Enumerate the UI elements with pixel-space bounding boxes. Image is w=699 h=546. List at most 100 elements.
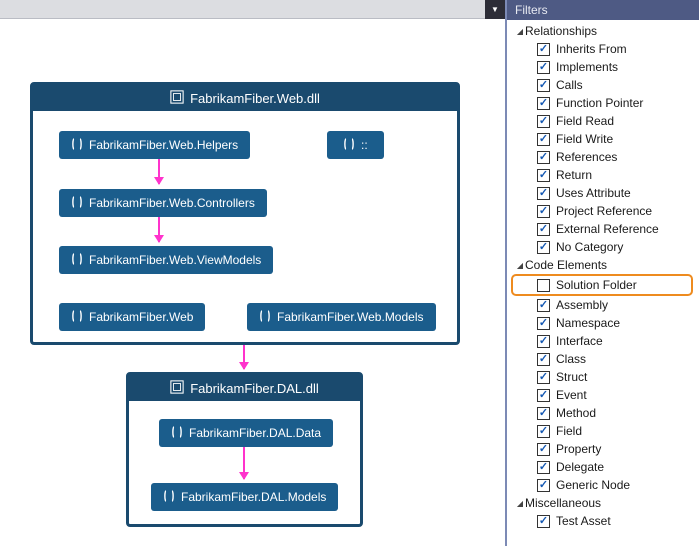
filter-label: External Reference xyxy=(556,222,659,236)
filter-generic-node[interactable]: Generic Node xyxy=(511,476,699,494)
checkbox[interactable] xyxy=(537,223,550,236)
expand-icon: ◢ xyxy=(515,261,525,270)
filter-no-category[interactable]: No Category xyxy=(511,238,699,256)
filter-label: Project Reference xyxy=(556,204,652,218)
checkbox[interactable] xyxy=(537,317,550,330)
filter-field-read[interactable]: Field Read xyxy=(511,112,699,130)
node-viewmodels[interactable]: FabrikamFiber.Web.ViewModels xyxy=(59,246,273,274)
checkbox[interactable] xyxy=(537,425,550,438)
filter-label: Namespace xyxy=(556,316,620,330)
node-label: FabrikamFiber.DAL.Data xyxy=(189,426,321,440)
checkbox[interactable] xyxy=(537,205,550,218)
filter-field[interactable]: Field xyxy=(511,422,699,440)
checkbox[interactable] xyxy=(537,479,550,492)
checkbox[interactable] xyxy=(537,151,550,164)
checkbox[interactable] xyxy=(537,43,550,56)
namespace-icon xyxy=(171,426,183,441)
section-label: Miscellaneous xyxy=(525,496,601,510)
filter-implements[interactable]: Implements xyxy=(511,58,699,76)
checkbox[interactable] xyxy=(537,299,550,312)
checkbox[interactable] xyxy=(537,515,550,528)
filter-references[interactable]: References xyxy=(511,148,699,166)
checkbox[interactable] xyxy=(537,61,550,74)
filters-panel: Filters ◢ Relationships Inherits FromImp… xyxy=(505,0,699,546)
filter-label: Uses Attribute xyxy=(556,186,631,200)
checkbox[interactable] xyxy=(537,279,550,292)
filter-function-pointer[interactable]: Function Pointer xyxy=(511,94,699,112)
checkbox[interactable] xyxy=(537,187,550,200)
checkbox[interactable] xyxy=(537,241,550,254)
filter-label: Assembly xyxy=(556,298,608,312)
node-webmodels[interactable]: FabrikamFiber.Web.Models xyxy=(247,303,436,331)
node-dalmodels[interactable]: FabrikamFiber.DAL.Models xyxy=(151,483,338,511)
filter-label: Generic Node xyxy=(556,478,630,492)
checkbox[interactable] xyxy=(537,371,550,384)
group-title: FabrikamFiber.DAL.dll xyxy=(190,381,319,396)
group-header[interactable]: FabrikamFiber.DAL.dll xyxy=(129,375,360,401)
checkbox[interactable] xyxy=(537,353,550,366)
tab-dropdown-button[interactable]: ▼ xyxy=(485,0,505,19)
filter-label: Interface xyxy=(556,334,603,348)
diagram-canvas[interactable]: FabrikamFiber.Web.dll FabrikamFiber.Web.… xyxy=(0,19,505,546)
filter-test-asset[interactable]: Test Asset xyxy=(511,512,699,530)
checkbox[interactable] xyxy=(537,407,550,420)
filter-label: Return xyxy=(556,168,592,182)
node-anon[interactable]: :: xyxy=(327,131,384,159)
filter-interface[interactable]: Interface xyxy=(511,332,699,350)
filter-label: Inherits From xyxy=(556,42,627,56)
section-relationships[interactable]: ◢ Relationships xyxy=(511,22,699,40)
checkbox[interactable] xyxy=(537,461,550,474)
checkbox[interactable] xyxy=(537,443,550,456)
filter-return[interactable]: Return xyxy=(511,166,699,184)
group-header[interactable]: FabrikamFiber.Web.dll xyxy=(33,85,457,111)
checkbox[interactable] xyxy=(537,169,550,182)
filter-property[interactable]: Property xyxy=(511,440,699,458)
checkbox[interactable] xyxy=(537,97,550,110)
filter-method[interactable]: Method xyxy=(511,404,699,422)
checkbox[interactable] xyxy=(537,389,550,402)
filter-struct[interactable]: Struct xyxy=(511,368,699,386)
assembly-icon xyxy=(170,380,184,397)
filter-calls[interactable]: Calls xyxy=(511,76,699,94)
checkbox[interactable] xyxy=(537,335,550,348)
node-label: FabrikamFiber.Web xyxy=(89,310,193,324)
filter-field-write[interactable]: Field Write xyxy=(511,130,699,148)
namespace-icon xyxy=(163,490,175,505)
node-controllers[interactable]: FabrikamFiber.Web.Controllers xyxy=(59,189,267,217)
group-dal-dll[interactable]: FabrikamFiber.DAL.dll FabrikamFiber.DAL.… xyxy=(126,372,363,527)
group-web-dll[interactable]: FabrikamFiber.Web.dll FabrikamFiber.Web.… xyxy=(30,82,460,345)
filter-delegate[interactable]: Delegate xyxy=(511,458,699,476)
filter-label: Method xyxy=(556,406,596,420)
filter-external-reference[interactable]: External Reference xyxy=(511,220,699,238)
node-helpers[interactable]: FabrikamFiber.Web.Helpers xyxy=(59,131,250,159)
filter-solution-folder[interactable]: Solution Folder xyxy=(511,274,693,296)
filter-label: Struct xyxy=(556,370,587,384)
arrow-controllers-viewmodels xyxy=(158,217,160,242)
node-daldata[interactable]: FabrikamFiber.DAL.Data xyxy=(159,419,333,447)
checkbox[interactable] xyxy=(537,133,550,146)
group-title: FabrikamFiber.Web.dll xyxy=(190,91,320,106)
filter-label: Function Pointer xyxy=(556,96,643,110)
section-code-elements[interactable]: ◢ Code Elements xyxy=(511,256,699,274)
filter-assembly[interactable]: Assembly xyxy=(511,296,699,314)
namespace-icon xyxy=(259,310,271,325)
arrow-helpers-controllers xyxy=(158,159,160,184)
section-label: Relationships xyxy=(525,24,597,38)
filters-panel-body[interactable]: ◢ Relationships Inherits From Implements C… xyxy=(507,20,699,546)
checkbox[interactable] xyxy=(537,115,550,128)
filter-class[interactable]: Class xyxy=(511,350,699,368)
filter-namespace[interactable]: Namespace xyxy=(511,314,699,332)
filter-uses-attribute[interactable]: Uses Attribute xyxy=(511,184,699,202)
section-miscellaneous[interactable]: ◢ Miscellaneous xyxy=(511,494,699,512)
filter-inherits-from[interactable]: Inherits From xyxy=(511,40,699,58)
filter-label: No Category xyxy=(556,240,623,254)
expand-icon: ◢ xyxy=(515,499,525,508)
node-label: FabrikamFiber.DAL.Models xyxy=(181,490,326,504)
filter-project-reference[interactable]: Project Reference xyxy=(511,202,699,220)
filter-label: Event xyxy=(556,388,587,402)
node-web[interactable]: FabrikamFiber.Web xyxy=(59,303,205,331)
filter-label: Implements xyxy=(556,60,618,74)
filter-event[interactable]: Event xyxy=(511,386,699,404)
checkbox[interactable] xyxy=(537,79,550,92)
canvas-tabbar: ▼ xyxy=(0,0,505,19)
